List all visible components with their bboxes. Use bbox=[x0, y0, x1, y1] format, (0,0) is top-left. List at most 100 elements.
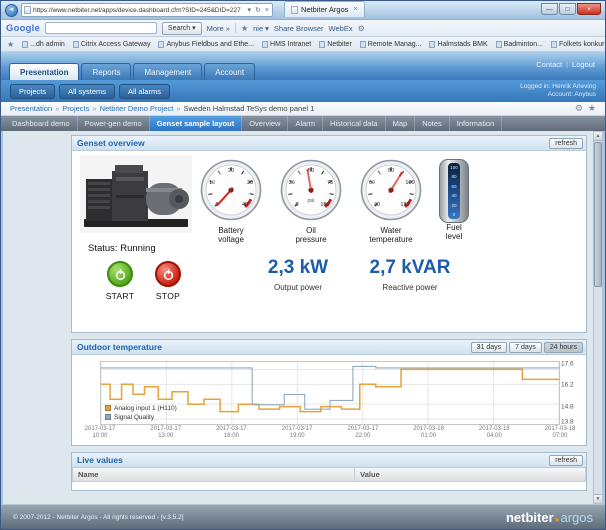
favorite-link[interactable]: ...dh admin bbox=[22, 41, 65, 48]
close-button[interactable]: × bbox=[577, 3, 601, 15]
stop-button[interactable] bbox=[155, 261, 181, 287]
toolbar-divider bbox=[235, 23, 236, 33]
gauge-water-temperature: 40 60 80 100 120 Water tem bbox=[354, 159, 428, 244]
panel-header: Outdoor temperature 31 days 7 days 24 ho… bbox=[72, 340, 586, 355]
legend-swatch bbox=[105, 405, 111, 411]
share-browser-button[interactable]: Share Browser bbox=[274, 24, 324, 33]
address-bar[interactable]: ▾ ↻ × bbox=[21, 3, 273, 17]
tab-notes[interactable]: Notes bbox=[415, 116, 450, 131]
favorite-link[interactable]: Remote Manag... bbox=[360, 41, 422, 48]
favorite-link[interactable]: Anybus Fieldbus and Ethe... bbox=[158, 41, 254, 48]
nav-tab-reports[interactable]: Reports bbox=[81, 63, 131, 80]
panel-header: Genset overview refresh bbox=[72, 136, 586, 151]
tab-historical-data[interactable]: Historical data bbox=[323, 116, 386, 131]
chevron-down-icon: ▾ bbox=[265, 24, 269, 33]
maximize-button[interactable]: □ bbox=[559, 3, 576, 15]
favorite-link[interactable]: Citrix Access Gateway bbox=[73, 41, 151, 48]
reactive-power-readout: 2,7 kVAR Reactive power bbox=[344, 257, 476, 292]
contact-link[interactable]: Contact bbox=[536, 60, 562, 69]
favorite-link[interactable]: Netbiter bbox=[319, 41, 352, 48]
google-search-button[interactable]: Search ▾ bbox=[162, 22, 202, 35]
panel-title: Live values bbox=[77, 455, 123, 465]
scroll-up-arrow[interactable]: ▲ bbox=[594, 132, 602, 141]
start-control: START bbox=[98, 261, 142, 301]
live-values-table: Name Value bbox=[72, 468, 586, 490]
bookmark-star-icon[interactable]: ★ bbox=[241, 24, 248, 33]
stop-label: STOP bbox=[146, 291, 190, 301]
favorites-star-icon[interactable]: ★ bbox=[7, 40, 14, 49]
period-31-days-button[interactable]: 31 days bbox=[471, 342, 508, 353]
svg-text:40: 40 bbox=[374, 202, 380, 208]
panel-title: Genset overview bbox=[77, 138, 145, 148]
tab-alarm[interactable]: Alarm bbox=[288, 116, 323, 131]
favicon bbox=[73, 41, 79, 48]
status-value: Running bbox=[120, 243, 155, 254]
svg-text:30: 30 bbox=[247, 180, 253, 186]
tools-icon[interactable]: ⚙ bbox=[575, 103, 583, 114]
tab-overview[interactable]: Overview bbox=[242, 116, 288, 131]
svg-text:100: 100 bbox=[405, 180, 414, 186]
refresh-button[interactable]: refresh bbox=[549, 138, 583, 149]
all-systems-button[interactable]: All systems bbox=[59, 84, 115, 99]
fuel-scale: 100 80 60 40 20 0 bbox=[448, 163, 460, 219]
tab-close-icon[interactable]: × bbox=[354, 6, 358, 13]
favorite-star-icon[interactable]: ★ bbox=[588, 103, 596, 114]
tab-information[interactable]: Information bbox=[450, 116, 503, 131]
favorite-link[interactable]: HMS Intranet bbox=[262, 41, 311, 48]
tab-genset-sample-layout[interactable]: Genset sample layout bbox=[150, 116, 243, 131]
column-header-value[interactable]: Value bbox=[355, 468, 586, 482]
x-axis-tick: 2017-03-1713:00 bbox=[150, 426, 181, 440]
favorite-label: Badminton... bbox=[504, 41, 543, 48]
back-button[interactable]: ◄ bbox=[5, 4, 18, 17]
divider: | bbox=[566, 60, 568, 69]
webex-button[interactable]: WebEx bbox=[329, 24, 353, 33]
all-alarms-button[interactable]: All alarms bbox=[119, 84, 170, 99]
projects-button[interactable]: Projects bbox=[10, 84, 55, 99]
minimize-button[interactable]: — bbox=[541, 3, 558, 15]
column-header-name[interactable]: Name bbox=[73, 468, 355, 482]
y-axis-left: 24.8 24.5 24.1 23.8 bbox=[73, 361, 98, 425]
settings-gear-icon[interactable]: ⚙ bbox=[358, 24, 365, 33]
logo-dot-icon: ● bbox=[555, 515, 560, 524]
user-menu[interactable]: nie ▾ bbox=[253, 24, 269, 33]
period-24-hours-button[interactable]: 24 hours bbox=[544, 342, 583, 353]
copyright-text: © 2007-2012 - Netbiter Argos - All right… bbox=[13, 514, 184, 521]
nav-tab-presentation[interactable]: Presentation bbox=[9, 63, 79, 80]
favorite-link[interactable]: Folkets konkurr... bbox=[551, 41, 605, 48]
google-search-input[interactable] bbox=[45, 22, 157, 34]
scroll-down-arrow[interactable]: ▼ bbox=[594, 494, 602, 503]
scrollbar-thumb[interactable] bbox=[594, 142, 602, 287]
app-subnav: Projects All systems All alarms Logged i… bbox=[1, 80, 605, 102]
refresh-icon[interactable]: ↻ bbox=[254, 6, 262, 14]
tab-power-gen-demo[interactable]: Power-gen demo bbox=[78, 116, 150, 131]
start-button[interactable] bbox=[107, 261, 133, 287]
vertical-scrollbar[interactable]: ▲ ▼ bbox=[593, 131, 603, 504]
stop-icon[interactable]: × bbox=[264, 7, 270, 14]
address-dropdown-icon[interactable]: ▾ bbox=[247, 6, 253, 14]
breadcrumb-item[interactable]: Presentation bbox=[10, 104, 52, 113]
favicon bbox=[551, 41, 557, 48]
favorite-label: Citrix Access Gateway bbox=[81, 41, 151, 48]
favorite-link[interactable]: Halmstads BMK bbox=[429, 41, 487, 48]
browser-tab[interactable]: Netbiter Argos × bbox=[284, 1, 365, 17]
gauge-label: Fuel level bbox=[430, 224, 478, 241]
refresh-button[interactable]: refresh bbox=[549, 455, 583, 466]
nav-tab-account[interactable]: Account bbox=[204, 63, 255, 80]
reactive-power-value: 2,7 kVAR bbox=[344, 257, 476, 279]
fuel-tank: 100 80 60 40 20 0 bbox=[439, 159, 469, 223]
x-axis-tick: 2017-03-1804:00 bbox=[479, 426, 510, 440]
favorite-link[interactable]: Badminton... bbox=[496, 41, 543, 48]
breadcrumb-actions: ⚙ ★ bbox=[575, 103, 596, 114]
period-7-days-button[interactable]: 7 days bbox=[509, 342, 542, 353]
tab-dashboard-demo[interactable]: Dashboard demo bbox=[5, 116, 78, 131]
tab-map[interactable]: Map bbox=[386, 116, 416, 131]
nav-tab-management[interactable]: Management bbox=[133, 63, 202, 80]
logout-link[interactable]: Logout bbox=[572, 60, 595, 69]
gauge-label: Oil pressure bbox=[274, 227, 348, 244]
google-more-button[interactable]: More » bbox=[207, 24, 230, 33]
url-input[interactable] bbox=[33, 7, 245, 14]
gauge-battery-voltage: 0 10 20 30 40 Battery volt bbox=[194, 159, 268, 244]
breadcrumb-item[interactable]: Projects bbox=[62, 104, 89, 113]
breadcrumb-item[interactable]: Netbiter Demo Project bbox=[100, 104, 174, 113]
browser-titlebar: ◄ ▾ ↻ × Netbiter Argos × — □ × bbox=[1, 1, 605, 20]
